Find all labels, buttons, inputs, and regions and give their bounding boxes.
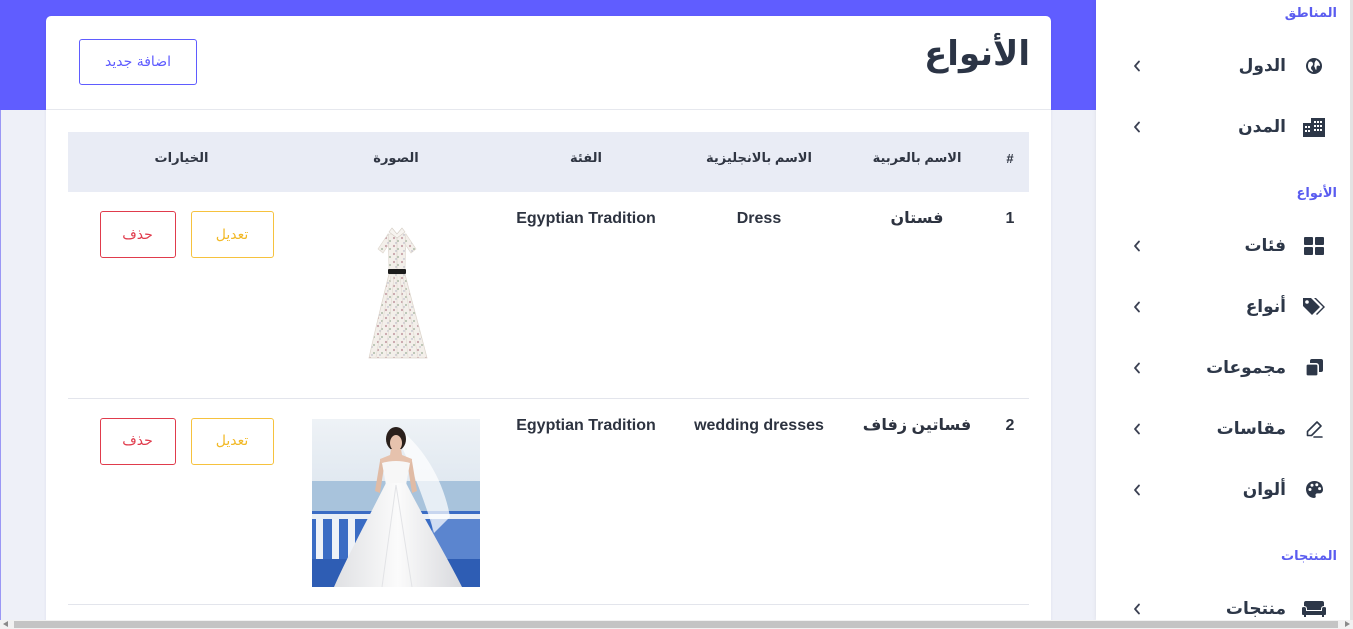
sidebar-item-label: منتجات [1225,598,1286,619]
sidebar-item-categories[interactable]: فئات [1096,215,1350,276]
sidebar-item-groups[interactable]: مجموعات [1096,337,1350,398]
table-row: 2 فساتين زفاف wedding dresses Egyptian T… [68,398,1029,605]
sidebar-item-label: أنواع [1245,296,1286,317]
chevron-left-icon [1132,240,1142,252]
cell-category: Egyptian Tradition [497,192,675,399]
table-row: 1 فستان Dress Egyptian Tradition تعديل ح… [68,192,1029,399]
cell-image [295,398,497,605]
chevron-left-icon [1132,121,1142,133]
column-header-options: الخيارات [68,132,295,192]
globe-icon [1302,54,1326,78]
sidebar-item-label: ألوان [1242,479,1286,500]
horizontal-scrollbar[interactable] [0,620,1353,629]
chevron-left-icon [1132,484,1142,496]
sidebar-item-label: المدن [1238,116,1286,137]
sidebar-item-label: فئات [1244,235,1286,256]
column-header-name-ar: الاسم بالعربية [843,132,991,192]
city-icon [1302,115,1326,139]
couch-icon [1302,597,1326,621]
sidebar-item-label: الدول [1238,55,1286,76]
dress-image [312,212,480,380]
edit-icon [1302,417,1326,441]
cell-name-en: Dress [675,192,843,399]
tags-icon [1302,295,1326,319]
sidebar-item-cities[interactable]: المدن [1096,96,1350,157]
table-header-row: # الاسم بالعربية الاسم بالانجليزية الفئة… [68,132,1029,192]
sidebar-item-sizes[interactable]: مقاسات [1096,398,1350,459]
sidebar-item-label: مجموعات [1206,357,1286,378]
cell-image [295,192,497,399]
chevron-left-icon [1132,362,1142,374]
column-header-category: الفئة [497,132,675,192]
edit-button[interactable]: تعديل [190,417,274,465]
cell-name-en: wedding dresses [675,398,843,605]
scroll-right-arrow-icon[interactable] [1345,621,1350,627]
divider [46,109,1051,110]
delete-button[interactable]: حذف [99,211,176,258]
cell-index: 2 [991,398,1029,605]
sidebar-item-countries[interactable]: الدول [1096,35,1350,96]
chevron-left-icon [1132,603,1142,615]
sidebar: المناطق الدول المدن الأنواع فئات أنواع م [1096,0,1350,620]
sidebar-section-types: الأنواع [1296,186,1337,201]
column-header-index: # [991,132,1029,192]
chevron-left-icon [1132,301,1142,313]
column-header-name-en: الاسم بالانجليزية [675,132,843,192]
sidebar-item-label: مقاسات [1216,418,1286,439]
chevron-left-icon [1132,60,1142,72]
clone-icon [1302,356,1326,380]
cell-options: تعديل حذف [68,192,295,399]
sidebar-item-types[interactable]: أنواع [1096,276,1350,337]
types-table: # الاسم بالعربية الاسم بالانجليزية الفئة… [68,132,1029,605]
edit-button[interactable]: تعديل [190,211,274,258]
sidebar-item-products[interactable]: منتجات [1096,578,1350,620]
cell-options: تعديل حذف [68,398,295,605]
sidebar-section-products: المنتجات [1281,549,1337,564]
cell-index: 1 [991,192,1029,399]
wedding-dress-image [312,418,480,587]
cell-category: Egyptian Tradition [497,398,675,605]
page-title: الأنواع [924,34,1030,74]
th-large-icon [1302,234,1326,258]
add-new-button[interactable]: اضافة جديد [79,39,197,85]
content-card: الأنواع اضافة جديد # الاسم بالعربية الاس… [46,16,1051,629]
cell-name-ar: فستان [843,192,991,399]
palette-icon [1302,478,1326,502]
sidebar-section-regions: المناطق [1284,6,1337,21]
chevron-left-icon [1132,423,1142,435]
scrollbar-thumb[interactable] [14,621,1338,628]
column-header-image: الصورة [295,132,497,192]
cell-name-ar: فساتين زفاف [843,398,991,605]
scroll-left-arrow-icon[interactable] [3,621,8,627]
sidebar-item-colors[interactable]: ألوان [1096,459,1350,520]
delete-button[interactable]: حذف [99,417,176,465]
